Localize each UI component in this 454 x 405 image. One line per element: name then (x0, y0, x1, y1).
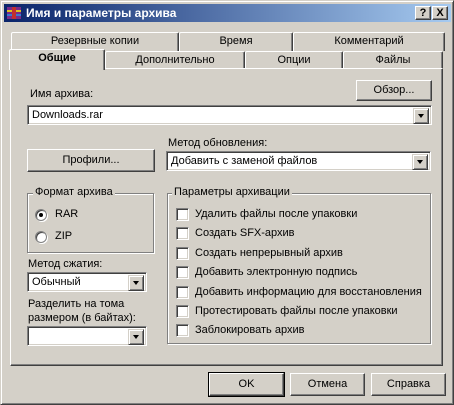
compression-dropdown-button[interactable] (128, 275, 144, 291)
tab-options-label: Опции (277, 54, 311, 66)
test-files-checkbox[interactable] (176, 305, 189, 318)
archive-name-combo[interactable]: Downloads.rar (27, 105, 432, 125)
recovery-record-label[interactable]: Добавить информацию для восстановления (195, 286, 422, 298)
archive-name-value: Downloads.rar (32, 109, 103, 121)
compression-combo[interactable]: Обычный (27, 272, 147, 292)
tab-time-label: Время (219, 35, 253, 47)
rar-radio-label[interactable]: RAR (55, 208, 78, 220)
chevron-down-icon (133, 281, 139, 285)
help-title-button[interactable]: ? (415, 6, 431, 20)
solid-archive-label[interactable]: Создать непрерывный архив (195, 247, 343, 259)
archive-format-title: Формат архива (33, 186, 115, 199)
tab-advanced-label: Дополнительно (135, 54, 215, 66)
cancel-button-label: Отмена (307, 378, 348, 390)
tab-comment[interactable]: Комментарий (293, 32, 445, 51)
profiles-button-label: Профили... (62, 154, 120, 166)
browse-button[interactable]: Обзор... (356, 80, 432, 101)
cancel-button[interactable]: Отмена (290, 373, 365, 396)
split-label-line1: Разделить на тома (28, 298, 125, 310)
test-files-label[interactable]: Протестировать файлы после упаковки (195, 305, 398, 317)
tab-general[interactable]: Общие (9, 49, 105, 70)
split-size-dropdown-button[interactable] (128, 329, 144, 345)
chevron-down-icon (417, 160, 423, 164)
chevron-down-icon (418, 114, 424, 118)
tab-backups-label: Резервные копии (50, 35, 140, 47)
compression-value: Обычный (32, 276, 81, 288)
winrar-icon (7, 7, 21, 19)
chevron-down-icon (133, 335, 139, 339)
split-label-line2: размером (в байтах): (28, 312, 136, 324)
window-title: Имя и параметры архива (26, 6, 177, 20)
tab-files-label: Файлы (375, 54, 411, 66)
digital-signature-checkbox[interactable] (176, 266, 189, 279)
lock-archive-checkbox[interactable] (176, 324, 189, 337)
split-size-combo[interactable] (27, 326, 147, 346)
recovery-record-checkbox[interactable] (176, 286, 189, 299)
delete-after-pack-label[interactable]: Удалить файлы после упаковки (195, 208, 357, 220)
archive-format-group: Формат архива RAR ZIP (27, 186, 154, 253)
tab-time[interactable]: Время (179, 32, 293, 51)
dialog-window: Имя и параметры архива ? X Резервные коп… (0, 0, 454, 405)
tab-page-general: Имя архива: Обзор... Downloads.rar Метод… (10, 68, 443, 366)
digital-signature-label[interactable]: Добавить электронную подпись (195, 266, 357, 278)
help-icon: ? (419, 7, 427, 19)
close-icon: X (436, 7, 444, 19)
update-method-dropdown-button[interactable] (412, 154, 428, 170)
tab-general-label: Общие (38, 52, 76, 64)
lock-archive-label[interactable]: Заблокировать архив (195, 324, 304, 336)
archive-options-group: Параметры архивации Удалить файлы после … (167, 186, 431, 344)
create-sfx-label[interactable]: Создать SFX-архив (195, 227, 295, 239)
browse-button-label: Обзор... (373, 84, 415, 96)
radio-selected-dot (39, 213, 43, 217)
tab-comment-label: Комментарий (334, 35, 404, 47)
compression-label: Метод сжатия: (28, 258, 103, 270)
create-sfx-checkbox[interactable] (176, 227, 189, 240)
help-button[interactable]: Справка (371, 373, 446, 396)
title-bar[interactable]: Имя и параметры архива ? X (4, 4, 451, 22)
ok-button[interactable]: OK (208, 372, 285, 397)
help-button-label: Справка (386, 378, 431, 390)
zip-radio[interactable] (35, 231, 47, 243)
archive-name-dropdown-button[interactable] (413, 108, 429, 124)
solid-archive-checkbox[interactable] (176, 247, 189, 260)
archive-name-label: Имя архива: (30, 88, 94, 100)
archive-options-title: Параметры архивации (172, 186, 292, 199)
delete-after-pack-checkbox[interactable] (176, 208, 189, 221)
update-method-value: Добавить с заменой файлов (171, 155, 318, 167)
ok-button-label: OK (238, 378, 255, 390)
update-method-combo[interactable]: Добавить с заменой файлов (166, 151, 431, 171)
profiles-button[interactable]: Профили... (27, 149, 155, 172)
rar-radio[interactable] (35, 209, 47, 221)
close-title-button[interactable]: X (432, 6, 448, 20)
zip-radio-label[interactable]: ZIP (55, 230, 72, 242)
update-method-label: Метод обновления: (168, 137, 268, 149)
